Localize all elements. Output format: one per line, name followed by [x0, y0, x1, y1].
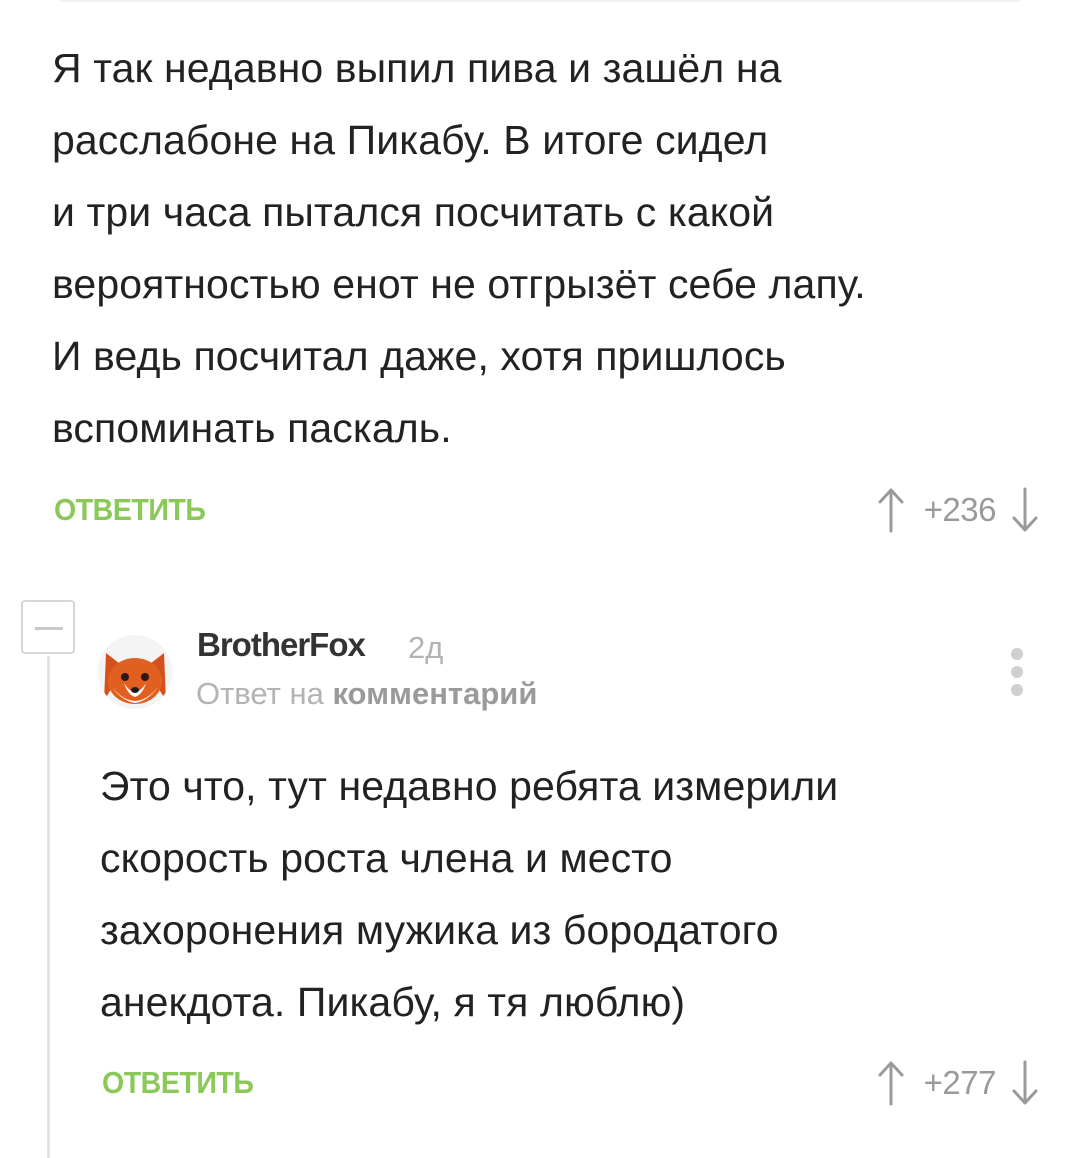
- rating-value: +236: [923, 491, 997, 528]
- fox-avatar-icon: [98, 635, 172, 709]
- avatar[interactable]: [98, 635, 172, 709]
- reply-to-prefix: Ответ на: [196, 676, 324, 711]
- comment-time: 2д: [408, 630, 444, 665]
- reply-button[interactable]: ОТВЕТИТЬ: [102, 1065, 254, 1101]
- arrow-up-icon[interactable]: [878, 1058, 904, 1108]
- author-name[interactable]: BrotherFox: [197, 626, 366, 664]
- thread-line: [47, 656, 50, 1158]
- vote-block: +277: [878, 1058, 1038, 1108]
- reply-button[interactable]: ОТВЕТИТЬ: [54, 492, 206, 528]
- reply-to-link[interactable]: комментарий: [332, 676, 537, 711]
- comment-text: Я так недавно выпил пива и зашёл на расс…: [52, 45, 866, 451]
- arrow-down-icon[interactable]: [1012, 1058, 1038, 1108]
- arrow-up-icon[interactable]: [878, 485, 904, 535]
- comment-text: Это что, тут недавно ребята измерили ско…: [100, 763, 839, 1025]
- top-divider: [60, 0, 1020, 2]
- rating-value: +277: [923, 1064, 997, 1101]
- arrow-down-icon[interactable]: [1012, 485, 1038, 535]
- reply-to-line: Ответ на комментарий: [196, 676, 537, 712]
- vertical-dots-icon[interactable]: [1006, 646, 1028, 698]
- vote-block: +236: [878, 485, 1038, 535]
- minus-icon: [35, 627, 63, 630]
- collapse-thread-button[interactable]: [21, 600, 75, 654]
